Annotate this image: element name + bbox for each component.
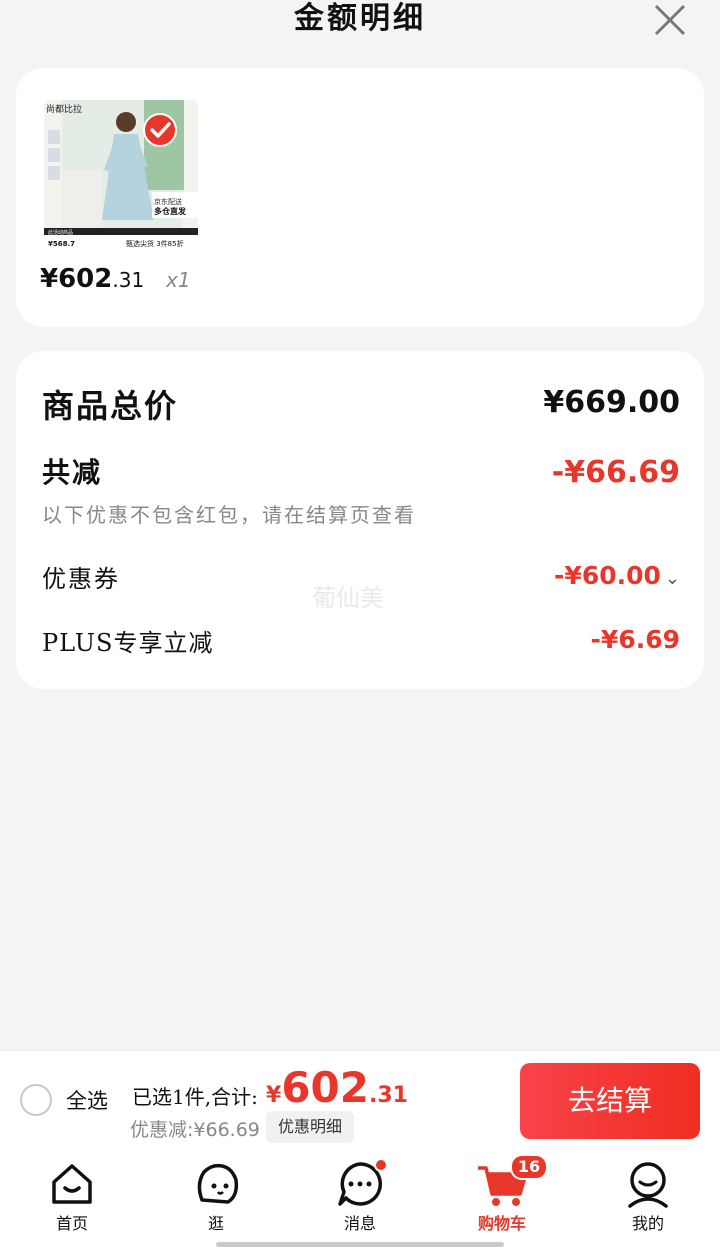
plus-label: PLUS专享立减 bbox=[42, 629, 214, 657]
grand-total: ¥602.31 bbox=[266, 1063, 408, 1112]
price-decimal: .31 bbox=[112, 268, 145, 292]
header: 金额明细 bbox=[0, 0, 720, 44]
home-icon bbox=[52, 1164, 92, 1204]
thumb-tag-line: 甄选尖货 3件85折 bbox=[126, 239, 184, 248]
chevron-down-icon[interactable]: ⌄ bbox=[665, 568, 680, 589]
page-title: 金额明细 bbox=[294, 1, 426, 36]
tab-messages[interactable]: 消息 bbox=[310, 1158, 410, 1234]
discount-text: 优惠减:¥66.69 bbox=[130, 1119, 260, 1141]
tab-cart[interactable]: 16 购物车 bbox=[452, 1154, 552, 1234]
product-quantity: x1 bbox=[166, 268, 191, 292]
reduction-label: 共减 bbox=[42, 456, 103, 489]
tab-bar: 首页 逛 消息 16 购物车 我的 bbox=[0, 1150, 720, 1250]
tab-browse[interactable]: 逛 bbox=[166, 1160, 266, 1234]
message-dot bbox=[374, 1158, 388, 1172]
selected-count-text: 已选1件,合计: bbox=[132, 1085, 258, 1109]
tab-cart-label: 购物车 bbox=[477, 1214, 526, 1233]
product-price: ¥602.31 bbox=[40, 264, 144, 294]
thumb-price-tag: ¥568.7 bbox=[48, 240, 75, 248]
coupon-value: -¥60.00 bbox=[554, 561, 661, 590]
tab-home[interactable]: 首页 bbox=[22, 1160, 122, 1234]
checkout-bar: 全选 已选1件,合计: ¥602.31 优惠减:¥66.69 优惠明细 去结算 bbox=[0, 1050, 720, 1150]
profile-icon bbox=[628, 1162, 668, 1208]
cart-badge: 16 bbox=[510, 1154, 548, 1180]
tab-home-label: 首页 bbox=[55, 1214, 88, 1233]
home-indicator bbox=[216, 1242, 504, 1247]
select-all-label[interactable]: 全选 bbox=[66, 1085, 108, 1115]
thumb-brand: 尚都比拉 bbox=[46, 103, 82, 115]
total-price-value: ¥669.00 bbox=[543, 385, 680, 420]
plus-value: -¥6.69 bbox=[590, 625, 680, 654]
reduction-note: 以下优惠不包含红包，请在结算页查看 bbox=[42, 503, 416, 527]
thumb-promo-mid: 多仓直发 bbox=[154, 206, 187, 216]
thumb-tag-left: 此活动商品 bbox=[48, 229, 73, 236]
discount-detail-button[interactable]: 优惠明细 bbox=[266, 1111, 355, 1143]
total-decimal: .31 bbox=[368, 1083, 408, 1108]
checkout-button[interactable]: 去结算 bbox=[520, 1063, 700, 1139]
total-yen: ¥ bbox=[266, 1083, 282, 1108]
thumb-promo-top: 京东配送 bbox=[154, 197, 182, 206]
price-summary-card: 商品总价 ¥669.00 共减 -¥66.69 以下优惠不包含红包，请在结算页查… bbox=[16, 351, 704, 689]
tab-profile-label: 我的 bbox=[631, 1214, 664, 1233]
product-card: 京东配送 多仓直发 此活动商品 ¥568.7 甄选尖货 3件85折 尚都比拉 ¥… bbox=[16, 68, 704, 327]
reduction-value: -¥66.69 bbox=[551, 455, 680, 490]
watermark: 葡仙美 bbox=[312, 584, 384, 612]
tab-browse-label: 逛 bbox=[207, 1214, 224, 1233]
total-integer: 602 bbox=[281, 1063, 369, 1112]
price-integer: ¥602 bbox=[40, 264, 113, 294]
close-icon[interactable] bbox=[650, 0, 690, 40]
browse-icon bbox=[197, 1163, 239, 1204]
coupon-value-wrap[interactable]: -¥60.00 ⌄ bbox=[554, 561, 680, 590]
selected-check-icon bbox=[142, 112, 178, 148]
tab-messages-label: 消息 bbox=[343, 1214, 376, 1233]
tab-profile[interactable]: 我的 bbox=[598, 1160, 698, 1234]
select-all-radio[interactable] bbox=[20, 1084, 52, 1116]
coupon-label: 优惠券 bbox=[42, 565, 120, 593]
total-price-label: 商品总价 bbox=[42, 387, 179, 425]
